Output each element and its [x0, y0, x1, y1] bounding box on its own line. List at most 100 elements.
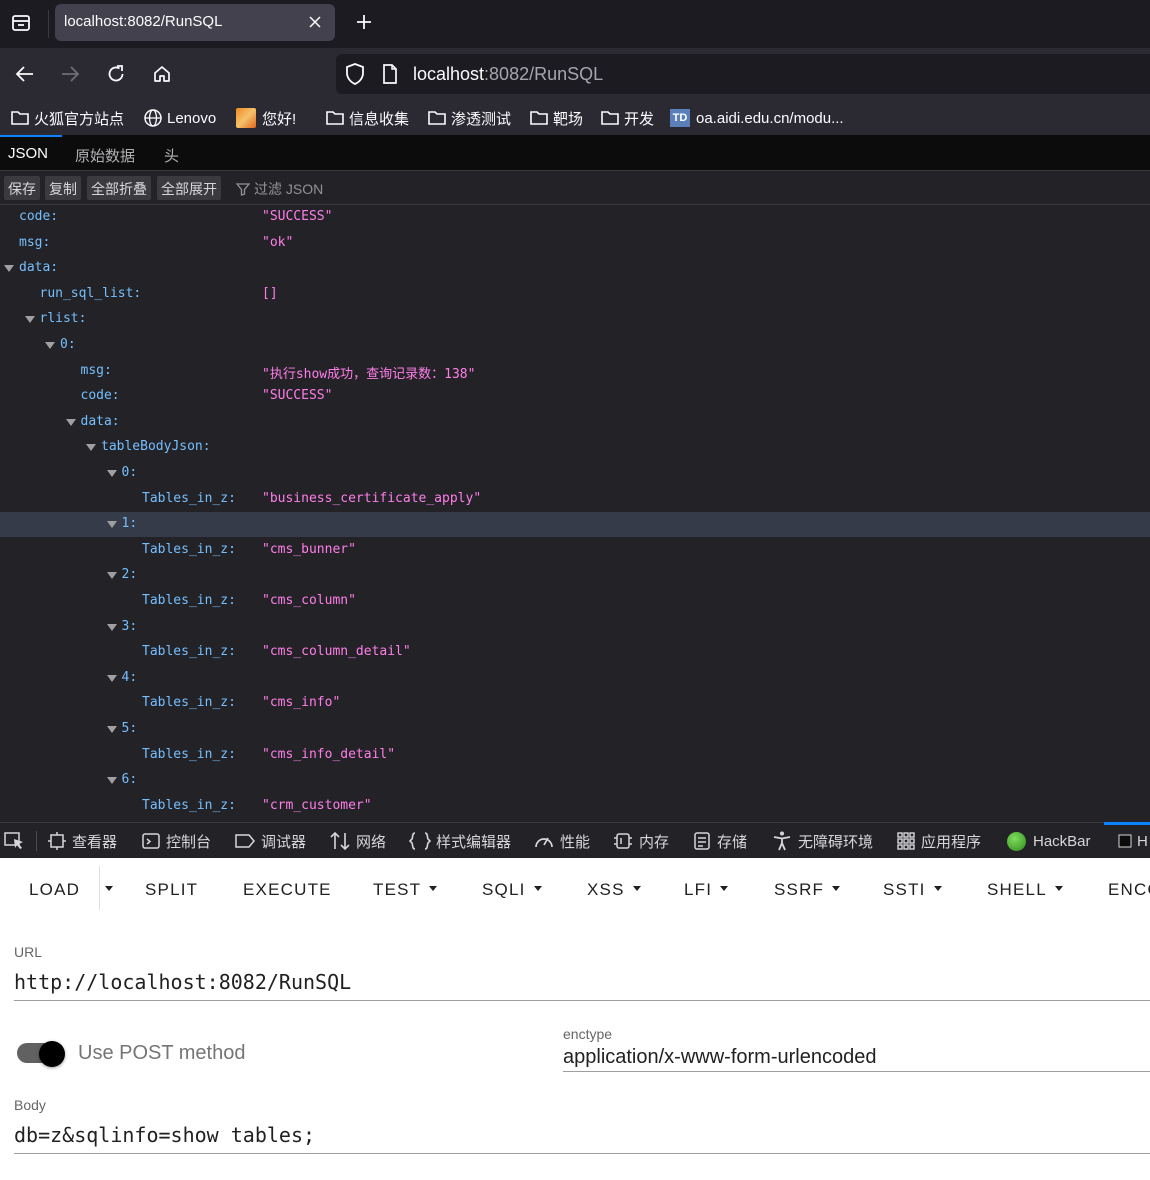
bookmark-item[interactable]: Lenovo [143, 107, 216, 129]
url-input[interactable]: http://localhost:8082/RunSQL [14, 970, 351, 994]
tab-raw-data[interactable]: 原始数据 [75, 145, 135, 166]
tab-extension[interactable]: H [1118, 830, 1148, 852]
chevron-down-icon [533, 886, 542, 892]
lfi-menu-button[interactable]: LFI [684, 880, 729, 900]
shell-menu-button[interactable]: SHELL [987, 880, 1063, 900]
tab-memory[interactable]: 内存 [612, 830, 669, 852]
json-row[interactable]: 1: [0, 512, 1150, 537]
reload-icon[interactable] [102, 60, 130, 88]
filter-json-input[interactable]: 过滤 JSON [236, 179, 323, 199]
browser-tab-active[interactable]: localhost:8082/RunSQL [55, 4, 335, 41]
tab-json[interactable]: JSON [8, 145, 48, 162]
tab-application[interactable]: 应用程序 [896, 830, 981, 852]
save-button[interactable]: 保存 [4, 176, 40, 200]
expand-all-button[interactable]: 全部展开 [157, 176, 221, 200]
json-row[interactable]: 2: [0, 563, 1150, 588]
expand-toggle-icon[interactable] [106, 521, 117, 528]
tab-debugger[interactable]: 调试器 [234, 830, 306, 852]
collapse-all-button[interactable]: 全部折叠 [87, 176, 151, 200]
json-row[interactable]: code: "SUCCESS" [0, 384, 1150, 409]
load-button[interactable]: LOAD [29, 880, 80, 900]
json-row[interactable]: code: "SUCCESS" [0, 205, 1150, 230]
json-row[interactable]: msg: "ok" [0, 231, 1150, 256]
bookmark-item[interactable]: 渗透测试 [427, 107, 511, 129]
body-input[interactable]: db=z&sqlinfo=show tables; [14, 1123, 315, 1147]
tab-inspector[interactable]: 查看器 [47, 830, 117, 852]
tab-style-editor[interactable]: 样式编辑器 [409, 830, 511, 852]
bookmark-item[interactable]: 开发 [600, 107, 654, 129]
tab-storage[interactable]: 存储 [692, 830, 747, 852]
json-row[interactable]: tableBodyJson: [0, 435, 1150, 460]
json-row[interactable]: Tables_in_z: "cms_column_detail" [0, 640, 1150, 665]
bookmark-item[interactable]: TD oa.aidi.edu.cn/modu... [670, 107, 844, 129]
forward-icon[interactable] [56, 60, 84, 88]
enctype-select[interactable]: application/x-www-form-urlencoded [563, 1046, 876, 1069]
load-dropdown-icon[interactable] [105, 880, 113, 900]
expand-toggle-icon[interactable] [106, 726, 117, 733]
bookmark-item[interactable]: 靶场 [529, 107, 583, 129]
json-row[interactable]: 4: [0, 666, 1150, 691]
application-icon [897, 832, 915, 850]
expand-toggle-icon[interactable] [4, 265, 14, 272]
tracking-shield-icon[interactable] [344, 62, 366, 91]
new-tab-icon[interactable] [350, 8, 378, 36]
json-row[interactable]: Tables_in_z: "cms_column" [0, 589, 1150, 614]
tab-headers[interactable]: 头 [164, 145, 179, 166]
json-row[interactable]: 0: [0, 461, 1150, 486]
expand-toggle-icon[interactable] [106, 624, 117, 631]
devtools-toolbar: 查看器 控制台 调试器 网络 样式编辑器 性能 内存 存储 无障碍环境 应用程序… [0, 822, 1150, 858]
tab-hackbar[interactable]: HackBar [1007, 830, 1091, 852]
tab-network[interactable]: 网络 [329, 830, 386, 852]
toolbar-separator [36, 831, 37, 851]
copy-button[interactable]: 复制 [45, 176, 81, 200]
url-bar[interactable]: localhost:8082/RunSQL [336, 54, 1150, 94]
test-menu-button[interactable]: TEST [373, 880, 438, 900]
bookmark-item[interactable]: 信息收集 [325, 107, 409, 129]
json-row[interactable]: msg: "执行show成功，查询记录数：138" [0, 359, 1150, 384]
bookmark-label: 靶场 [553, 110, 584, 128]
bookmark-item[interactable]: 火狐官方站点 [10, 107, 124, 129]
expand-toggle-icon[interactable] [106, 572, 117, 579]
execute-button[interactable]: EXECUTE [243, 880, 332, 900]
sqli-menu-button[interactable]: SQLI [482, 880, 542, 900]
json-row[interactable]: 5: [0, 717, 1150, 742]
json-row[interactable]: rlist: [0, 307, 1150, 332]
expand-toggle-icon[interactable] [24, 316, 35, 323]
json-row[interactable]: 6: [0, 768, 1150, 793]
split-button[interactable]: SPLIT [145, 880, 198, 900]
bookmark-item[interactable]: 您好! [236, 107, 296, 129]
expand-toggle-icon[interactable] [106, 675, 117, 682]
ssrf-menu-button[interactable]: SSRF [774, 880, 841, 900]
expand-toggle-icon[interactable] [106, 470, 117, 477]
expand-toggle-icon[interactable] [45, 342, 55, 349]
json-row[interactable]: data: [0, 256, 1150, 281]
tab-accessibility[interactable]: 无障碍环境 [771, 830, 873, 852]
xss-menu-button[interactable]: XSS [587, 880, 641, 900]
globe-icon [144, 109, 162, 127]
back-icon[interactable] [11, 60, 39, 88]
folder-icon [601, 111, 619, 125]
json-row[interactable]: 3: [0, 615, 1150, 640]
json-row[interactable]: Tables_in_z: "cms_bunner" [0, 538, 1150, 563]
encoding-menu-button[interactable]: ENCO [1108, 880, 1150, 900]
page-info-icon[interactable] [381, 63, 399, 90]
json-row[interactable]: Tables_in_z: "cms_info" [0, 691, 1150, 716]
expand-toggle-icon[interactable] [86, 444, 96, 451]
json-row[interactable]: 0: [0, 333, 1150, 358]
json-row[interactable]: run_sql_list: [] [0, 282, 1150, 307]
json-row[interactable]: Tables_in_z: "business_certificate_apply" [0, 487, 1150, 512]
json-row[interactable]: Tables_in_z: "cms_info_detail" [0, 743, 1150, 768]
home-icon[interactable] [148, 60, 176, 88]
post-method-toggle-knob[interactable] [39, 1041, 65, 1067]
tab-performance[interactable]: 性能 [533, 830, 590, 852]
ssti-menu-button[interactable]: SSTI [883, 880, 942, 900]
close-tab-icon[interactable] [305, 12, 325, 32]
json-row[interactable]: data: [0, 410, 1150, 435]
console-icon [142, 833, 160, 849]
element-picker-icon[interactable] [4, 830, 31, 852]
expand-toggle-icon[interactable] [106, 777, 117, 784]
expand-toggle-icon[interactable] [65, 419, 76, 426]
tab-overview-icon[interactable] [6, 8, 36, 38]
json-row[interactable]: Tables_in_z: "crm_customer" [0, 794, 1150, 819]
tab-console[interactable]: 控制台 [141, 830, 211, 852]
